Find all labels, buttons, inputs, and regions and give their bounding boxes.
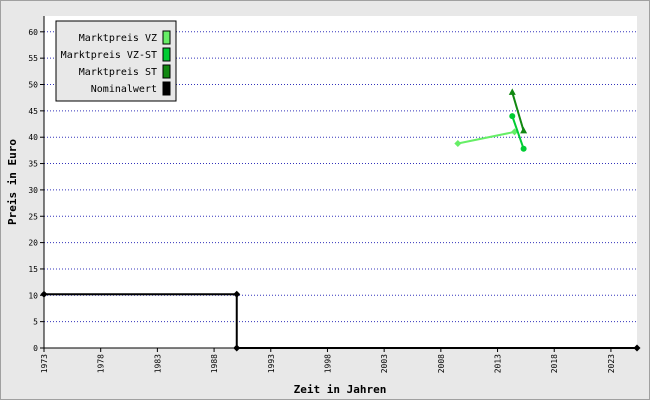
data-point [520,145,527,152]
y-tick-label: 0 [33,344,38,353]
x-tick-label: 2013 [494,354,503,373]
legend-swatch [162,30,171,45]
legend-swatch [162,47,171,62]
legend-swatch [162,81,171,96]
x-tick-label: 1983 [153,354,162,373]
x-tick-label: 1978 [97,354,106,373]
x-tick-label: 2023 [607,354,616,373]
legend: Marktpreis VZ Marktpreis VZ-ST Marktpreis … [55,20,177,102]
y-tick-label: 15 [28,265,38,274]
x-tick-label: 2018 [550,354,559,373]
legend-label: Marktpreis VZ-ST [61,50,157,61]
legend-label: Marktpreis VZ [79,33,157,44]
x-tick-label: 1998 [323,354,332,373]
x-tick-label: 2003 [380,354,389,373]
y-tick-label: 35 [28,160,38,169]
x-tick-label: 1988 [210,354,219,373]
y-tick-label: 5 [33,318,38,327]
x-tick-label: 1973 [40,354,49,373]
x-tick-label: 1993 [267,354,276,373]
y-tick-label: 50 [28,81,38,90]
x-tick-label: 2008 [437,354,446,373]
y-tick-label: 55 [28,54,38,63]
y-tick-label: 20 [28,239,38,248]
y-tick-label: 60 [28,28,38,37]
x-axis-title: Zeit in Jahren [294,383,387,396]
y-tick-label: 45 [28,107,38,116]
y-tick-label: 40 [28,133,38,142]
y-tick-label: 30 [28,186,38,195]
legend-label: Marktpreis ST [79,67,157,78]
y-axis-title: Preis in Euro [6,139,19,225]
chart-svg: 0 5 10 15 20 25 30 35 40 45 50 55 60 1973 1978 1983 1988… [6,16,641,396]
y-tick-label: 10 [28,291,38,300]
legend-swatch [162,64,171,79]
chart-frame: 0 5 10 15 20 25 30 35 40 45 50 55 60 1973 1978 1983 1988… [0,0,650,400]
y-tick-label: 25 [28,212,38,221]
legend-label: Nominalwert [91,84,157,95]
data-point [509,113,516,120]
